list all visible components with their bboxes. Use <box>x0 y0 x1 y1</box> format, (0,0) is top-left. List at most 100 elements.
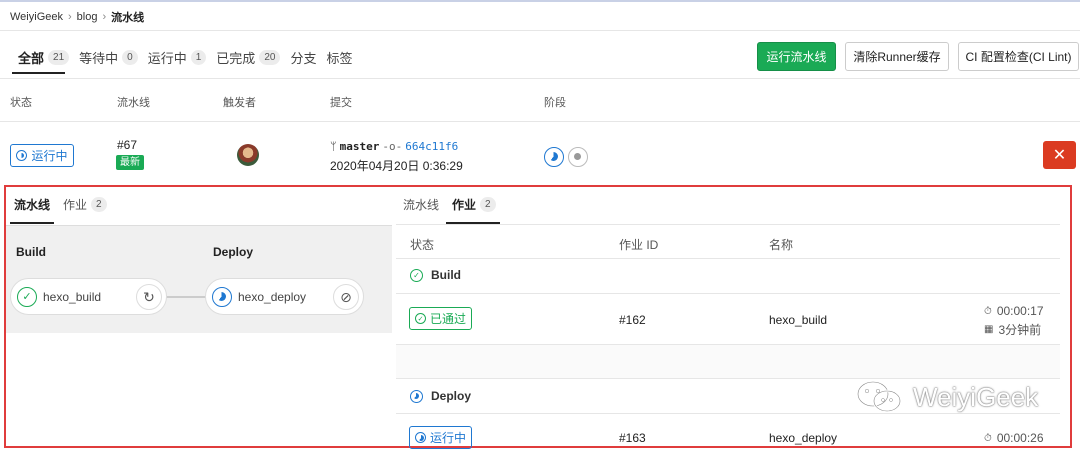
count-badge: 1 <box>190 49 207 65</box>
tab-jobs[interactable]: 作业 2 <box>452 196 496 213</box>
chevron-right-icon: › <box>102 11 107 23</box>
job-card-deploy[interactable]: hexo_deploy ⊘ <box>205 278 364 315</box>
job-id-link[interactable]: #162 <box>619 313 646 327</box>
tab-branches[interactable]: 分支 <box>290 46 316 68</box>
pipeline-scope-tabs: 全部 21 等待中 0 运行中 1 已完成 20 分支 标签 <box>18 46 362 68</box>
header-pipeline: 流水线 <box>117 97 150 109</box>
tab-label: 作业 <box>452 198 477 212</box>
section-title: Deploy <box>431 389 472 403</box>
branch-link[interactable]: master <box>340 140 380 153</box>
divider <box>396 378 1060 379</box>
cancel-glyph: ⊘ <box>340 288 352 305</box>
stage-deploy-created-icon[interactable] <box>568 147 588 167</box>
job-id-link[interactable]: #163 <box>619 431 646 445</box>
divider <box>0 121 1080 122</box>
commit-ref: ᛘ master -o- 664c11f6 <box>330 140 458 153</box>
count-badge: 2 <box>91 197 107 212</box>
status-label: 运行中 <box>31 149 68 163</box>
job-card-build[interactable]: ✓ hexo_build ↻ <box>10 278 167 315</box>
tab-all[interactable]: 全部 21 <box>18 46 70 68</box>
tab-label: 全部 <box>18 50 45 66</box>
check-circle-icon: ✓ <box>410 268 423 282</box>
running-icon <box>16 150 28 161</box>
section-build: ✓ Build <box>410 268 461 282</box>
timer-icon: ⏱ <box>984 305 992 317</box>
breadcrumb: WeiyiGeek › blog › 流水线 <box>10 9 144 25</box>
finished-ago: 3分钟前 <box>998 323 1042 337</box>
divider <box>396 293 1060 294</box>
count-badge: 0 <box>122 49 138 65</box>
tab-tags[interactable]: 标签 <box>326 46 352 68</box>
divider <box>0 78 1080 79</box>
stage-title-build: Build <box>16 245 46 259</box>
active-tab-indicator <box>10 222 54 224</box>
tab-pending[interactable]: 等待中 0 <box>79 46 138 68</box>
tab-pipeline[interactable]: 流水线 <box>14 196 50 213</box>
branch-icon: ᛘ <box>330 140 337 153</box>
job-name-link[interactable]: hexo_build <box>769 313 827 327</box>
cancel-pipeline-button[interactable]: ✕ <box>1043 141 1076 169</box>
status-badge[interactable]: ✓ 已通过 <box>409 307 473 330</box>
tab-label: 标签 <box>326 50 353 66</box>
avatar[interactable] <box>237 144 259 166</box>
job-name-link[interactable]: hexo_deploy <box>769 431 837 445</box>
breadcrumb-item-current[interactable]: 流水线 <box>111 9 144 25</box>
tab-label: 作业 <box>63 198 88 212</box>
job-finished: ▦ 3分钟前 <box>984 321 1041 338</box>
breadcrumb-item-project[interactable]: blog <box>77 11 98 23</box>
job-duration: ⏱ 00:00:17 <box>984 304 1044 318</box>
ci-lint-button[interactable]: CI 配置检查(CI Lint) <box>958 42 1079 71</box>
commit-icon: -o- <box>382 140 403 153</box>
tab-label: 已完成 <box>216 50 256 66</box>
duration-value: 00:00:17 <box>996 304 1044 318</box>
pipeline-id-link[interactable]: #67 <box>117 138 137 152</box>
watermark-text: WeiyiGeek <box>913 381 1039 412</box>
run-pipeline-button[interactable]: 运行流水线 <box>757 42 836 71</box>
header-triggerer: 触发者 <box>223 97 256 109</box>
status-badge[interactable]: 运行中 <box>409 426 473 449</box>
header-status: 状态 <box>10 97 32 109</box>
count-badge: 20 <box>259 49 281 65</box>
duration-value: 00:00:26 <box>996 431 1044 445</box>
header-status: 状态 <box>410 238 435 252</box>
running-icon <box>410 389 423 403</box>
top-border <box>0 0 1080 2</box>
stage-build-running-icon[interactable] <box>544 147 564 167</box>
clear-runner-cache-button[interactable]: 清除Runner缓存 <box>845 42 949 71</box>
tab-pipeline[interactable]: 流水线 <box>403 196 439 213</box>
job-name: hexo_build <box>43 289 102 304</box>
section-deploy: Deploy <box>410 389 471 403</box>
timer-icon: ⏱ <box>984 432 992 444</box>
breadcrumb-item-group[interactable]: WeiyiGeek <box>10 11 63 23</box>
job-name: hexo_deploy <box>238 289 307 304</box>
header-job-id: 作业 ID <box>619 238 659 252</box>
chevron-right-icon: › <box>67 11 72 23</box>
stage-title-deploy: Deploy <box>213 245 254 259</box>
tab-running[interactable]: 运行中 1 <box>148 46 207 68</box>
calendar-icon: ▦ <box>984 324 994 335</box>
section-gap <box>396 345 1060 378</box>
tab-jobs[interactable]: 作业 2 <box>63 196 107 213</box>
divider <box>0 30 1080 31</box>
divider <box>6 225 392 226</box>
cancel-icon[interactable]: ⊘ <box>333 284 359 310</box>
status-label: 运行中 <box>430 431 467 445</box>
header-stages: 阶段 <box>544 97 566 109</box>
header-commit: 提交 <box>330 97 352 109</box>
tab-label: 等待中 <box>79 50 119 66</box>
retry-icon[interactable]: ↻ <box>136 284 162 310</box>
running-icon <box>212 286 232 307</box>
latest-badge: 最新 <box>116 155 144 170</box>
running-icon <box>415 432 426 443</box>
tab-finished[interactable]: 已完成 20 <box>216 46 281 68</box>
job-duration: ⏱ 00:00:26 <box>984 431 1044 445</box>
divider <box>396 258 1060 259</box>
tab-label: 分支 <box>290 50 317 66</box>
status-badge[interactable]: 运行中 <box>10 144 74 167</box>
wechat-icon <box>856 380 902 413</box>
retry-glyph: ↻ <box>143 288 155 305</box>
count-badge: 21 <box>48 49 70 65</box>
active-tab-indicator <box>12 72 65 74</box>
tab-label: 运行中 <box>147 50 187 66</box>
commit-sha-link[interactable]: 664c11f6 <box>405 140 458 153</box>
